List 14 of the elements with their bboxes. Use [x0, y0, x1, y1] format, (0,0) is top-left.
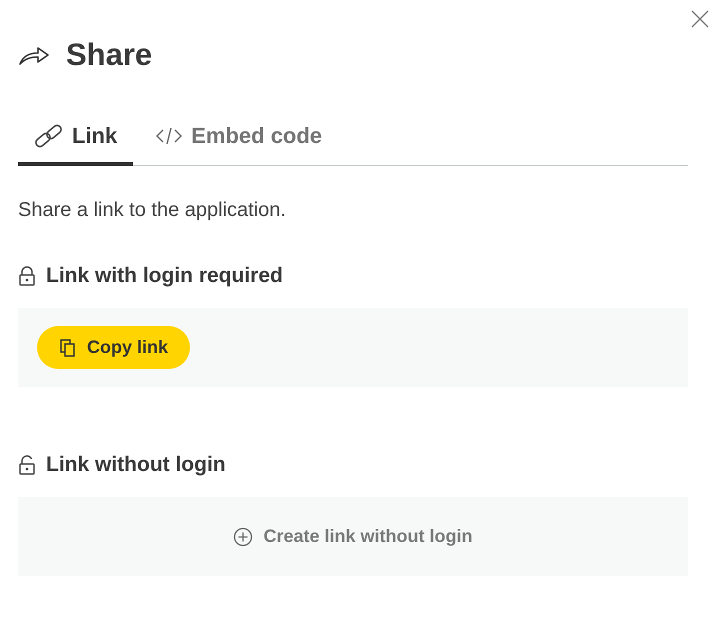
plus-circle-icon: [233, 526, 254, 546]
close-icon[interactable]: [690, 9, 710, 29]
copy-icon: [59, 338, 77, 358]
dialog-title: Share: [66, 37, 152, 73]
link-icon: [34, 124, 64, 148]
description: Share a link to the application.: [18, 198, 287, 223]
copy-link-button[interactable]: Copy link: [37, 326, 190, 369]
code-icon: [155, 125, 184, 147]
tab[interactable]: Link: [18, 110, 134, 166]
tab[interactable]: Embed code: [139, 110, 338, 166]
section-heading: Link with login required: [46, 264, 283, 288]
create-link-button[interactable]: Create link without login: [233, 526, 472, 547]
section-heading: Link without login: [46, 453, 226, 477]
share-arrow-icon: [18, 44, 50, 66]
